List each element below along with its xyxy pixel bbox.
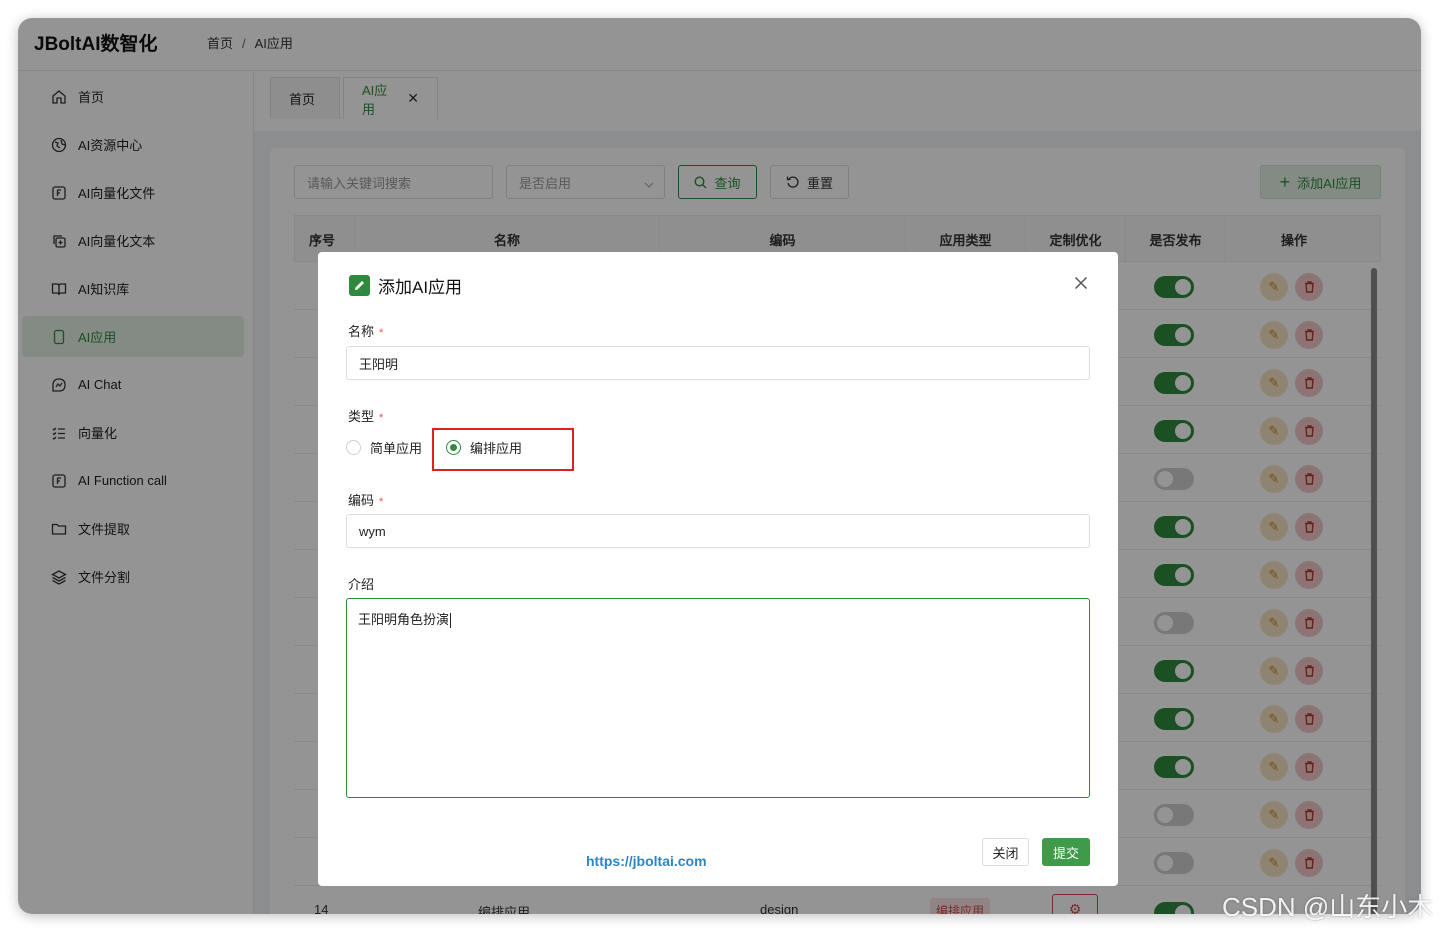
watermark: CSDN @山东小木	[1222, 892, 1434, 922]
intro-text: 王阳明角色扮演	[358, 612, 450, 627]
intro-label: 介绍	[348, 577, 375, 592]
name-label: 名称 *	[348, 324, 384, 339]
code-label: 编码 *	[348, 493, 384, 508]
submit-button[interactable]: 提交	[1042, 838, 1090, 866]
radio-button	[346, 440, 361, 455]
close-button[interactable]: 关闭	[982, 838, 1029, 866]
name-input[interactable]: 王阳明	[346, 346, 1090, 380]
radio-label: 简单应用	[370, 441, 423, 456]
annotation-highlight-box	[432, 428, 574, 471]
text-cursor	[450, 613, 452, 629]
dialog-title: 添加AI应用	[349, 273, 462, 298]
type-label: 类型 *	[348, 409, 384, 424]
edit-icon	[349, 275, 370, 296]
code-input[interactable]: wym	[346, 514, 1090, 548]
site-link[interactable]: https://jboltai.com	[586, 853, 707, 869]
close-icon[interactable]	[1070, 272, 1092, 294]
intro-textarea[interactable]: 王阳明角色扮演	[346, 598, 1090, 798]
app-window: JBoltAI数智化 首页 / AI应用 首页 AI资源中心 AI向量化文件 AI向…	[18, 18, 1421, 914]
add-ai-app-dialog: 添加AI应用 名称 * 王阳明 类型 * 简单应用 编排应用 编码 * wym 介绍 …	[318, 252, 1118, 886]
dialog-title-text: 添加AI应用	[378, 278, 463, 297]
radio-simple-app[interactable]: 简单应用	[346, 438, 422, 457]
